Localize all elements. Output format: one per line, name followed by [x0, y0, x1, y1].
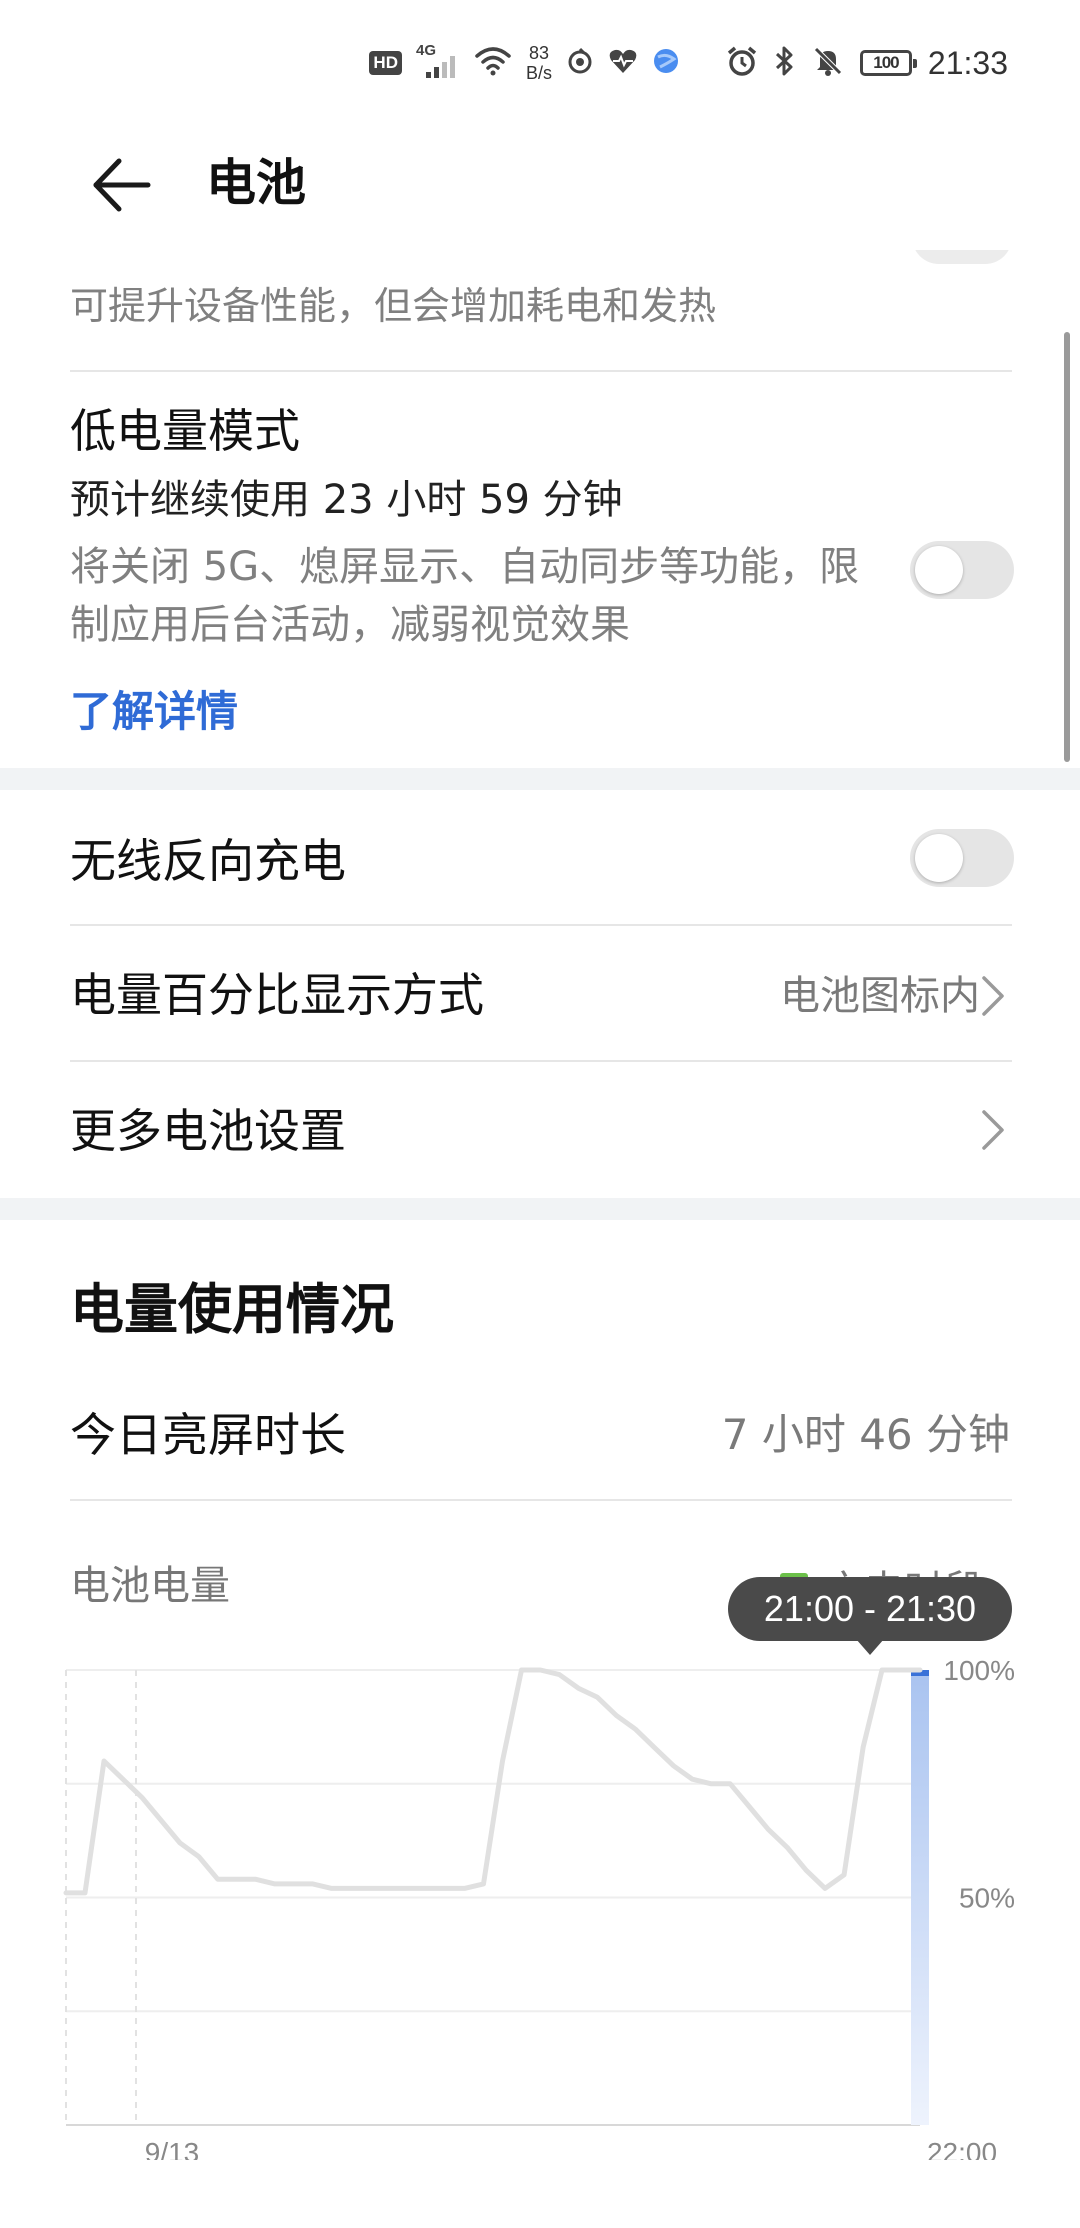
- chart-selection: [911, 1670, 929, 2125]
- page-title: 电池: [206, 154, 306, 212]
- battery-icon: 100: [859, 50, 917, 76]
- signal-icon: 4G: [416, 42, 460, 80]
- app-header: 电池: [0, 120, 1080, 250]
- scrollbar[interactable]: [1064, 332, 1070, 762]
- app-notification-icon: [566, 47, 594, 80]
- learn-more-link[interactable]: 了解详情: [70, 682, 238, 742]
- x-tick-label-start: 9/13: [145, 2137, 200, 2160]
- bluetooth-icon: [774, 45, 796, 82]
- y-tick-label-50: 50%: [959, 1883, 1015, 1914]
- section-gap: [0, 1198, 1080, 1220]
- wireless-reverse-charging-toggle[interactable]: [910, 829, 1014, 887]
- low-power-mode-description: 将关闭 5G、熄屏显示、自动同步等功能，限制应用后台活动，减弱视觉效果: [70, 544, 860, 648]
- toggle-knob: [915, 546, 963, 594]
- network-speed: 83 B/s: [526, 43, 552, 83]
- chart-tooltip: 21:00 - 21:30: [728, 1577, 1012, 1655]
- status-right-icons: 100 21:33: [726, 38, 1008, 88]
- battery-level-line: [63, 1667, 923, 1896]
- speed-unit: B/s: [525, 63, 552, 83]
- back-button[interactable]: [82, 150, 162, 220]
- low-power-mode-estimate: 预计继续使用 23 小时 59 分钟: [70, 477, 623, 523]
- screen-time-value: 7 小时 46 分钟: [721, 1410, 1010, 1459]
- chevron-right-icon: [982, 976, 1004, 1016]
- chart-tick-labels: 100% 50% 9/13 22:00: [145, 1655, 1015, 2160]
- browser-icon: [652, 47, 680, 80]
- section-gap: [0, 768, 1080, 790]
- chevron-right-icon: [982, 1110, 1004, 1150]
- hd-icon: HD: [369, 51, 402, 75]
- back-arrow-icon: [93, 158, 151, 212]
- chart-grid: [65, 1669, 921, 2126]
- performance-mode-description: 可提升设备性能，但会增加耗电和发热: [70, 284, 717, 328]
- percentage-display-value: 电池图标内: [780, 973, 980, 1019]
- x-tick-label-end: 22:00: [927, 2137, 997, 2160]
- screen-time-label: 今日亮屏时长: [70, 1408, 346, 1462]
- more-battery-settings-title: 更多电池设置: [70, 1104, 346, 1158]
- alarm-icon: [726, 45, 758, 82]
- usage-section-title: 电量使用情况: [70, 1278, 394, 1341]
- performance-mode-row[interactable]: 可提升设备性能，但会增加耗电和发热: [0, 250, 1080, 370]
- wireless-reverse-charging-title: 无线反向充电: [70, 834, 346, 888]
- speed-value: 83: [528, 43, 549, 63]
- divider: [70, 1060, 1012, 1062]
- toggle-knob: [915, 834, 963, 882]
- low-power-mode-title: 低电量模式: [70, 404, 300, 458]
- status-bar: HD 4G 83 B/s 100 21:33: [0, 0, 1080, 120]
- divider: [70, 370, 1012, 372]
- mute-icon: [812, 45, 844, 82]
- divider: [70, 1499, 1012, 1501]
- y-tick-label-100: 100%: [943, 1655, 1015, 1686]
- divider: [70, 924, 1012, 926]
- percentage-display-title: 电量百分比显示方式: [70, 968, 484, 1022]
- chart-series: [63, 1667, 923, 1896]
- battery-percentage: 100: [873, 53, 899, 72]
- status-time: 21:33: [927, 44, 1008, 81]
- low-power-mode-toggle[interactable]: [910, 541, 1014, 599]
- battery-level-chart[interactable]: 100% 50% 9/13 22:00: [0, 1600, 1080, 2160]
- selected-period-bar: [911, 1670, 929, 2125]
- wifi-icon: [474, 46, 512, 81]
- status-left-icons: HD 4G 83 B/s: [369, 38, 680, 88]
- performance-mode-toggle[interactable]: [912, 250, 1012, 264]
- health-icon: [608, 47, 638, 80]
